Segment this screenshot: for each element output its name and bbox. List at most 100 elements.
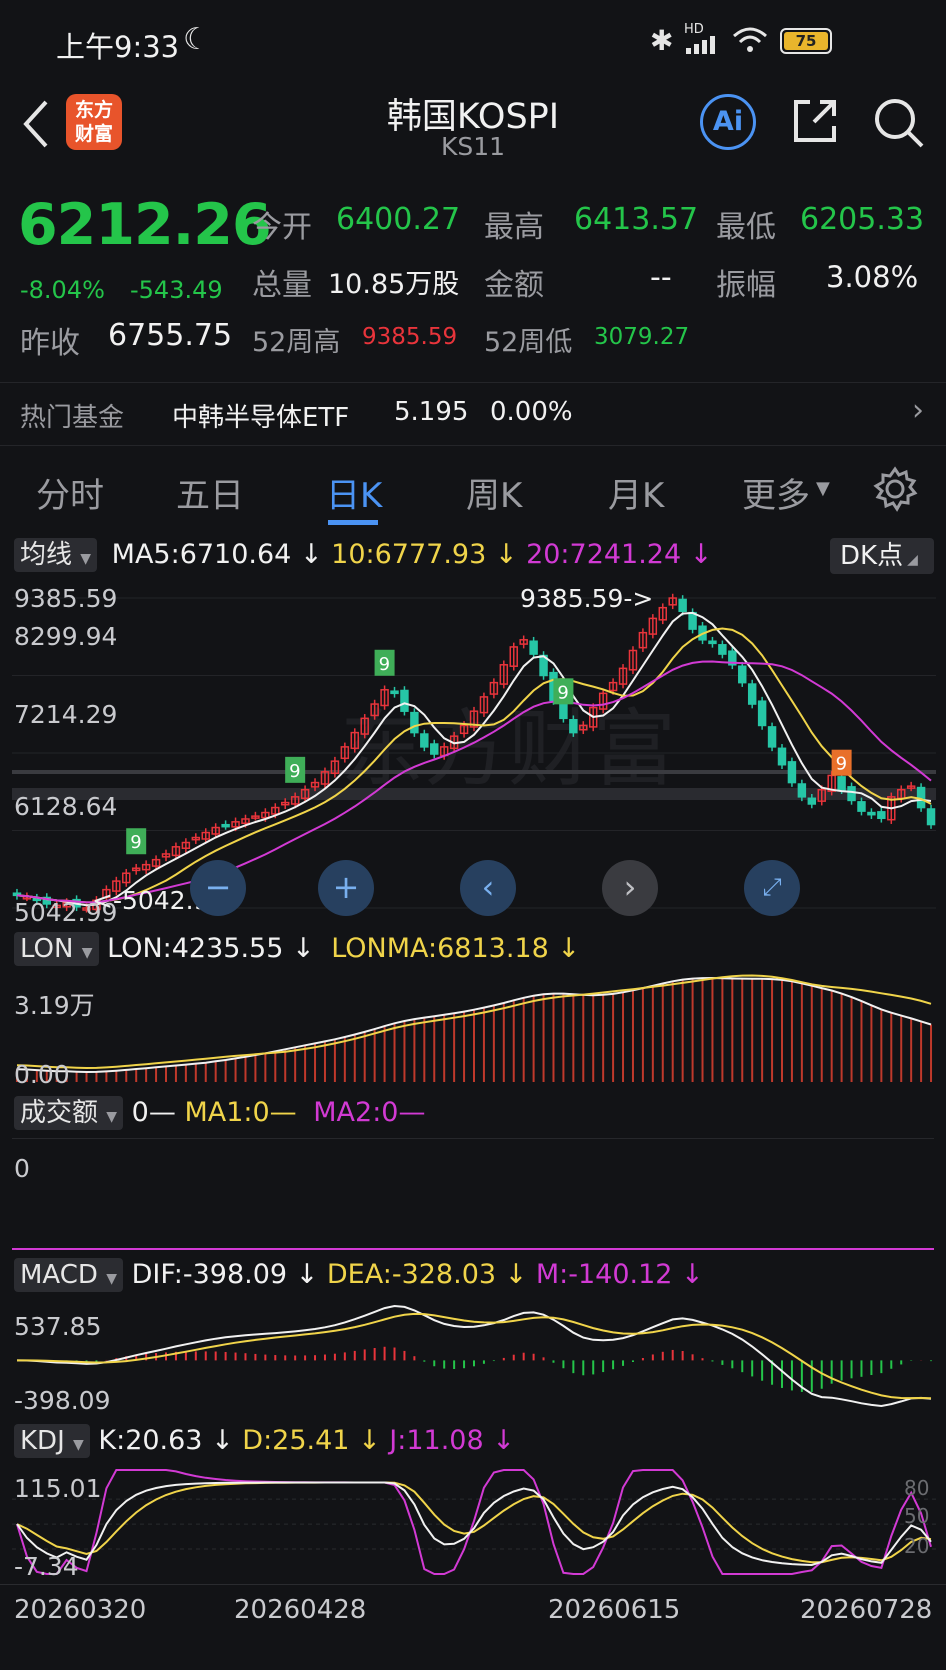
y-label-0: 9385.59 (14, 584, 118, 613)
hot-fund-name[interactable]: 中韩半导体ETF (172, 397, 349, 434)
amount-ma-line (12, 1248, 934, 1250)
kdj-k: K:20.63 (98, 1425, 203, 1456)
dk-point-button[interactable]: DK点 ◢ (830, 538, 934, 574)
settings-gear-icon[interactable] (872, 466, 918, 512)
ma10-value: 10:6777.93 (331, 539, 487, 570)
candle-body (569, 719, 578, 734)
candle-body (400, 689, 409, 712)
k-separator-band (12, 770, 936, 774)
amount-dropdown[interactable]: 成交额 ▼ (14, 1096, 124, 1130)
ma10-down-arrow-icon: ↓ (486, 539, 527, 570)
low-label: 最低 (716, 210, 776, 245)
ma-dropdown-label: 均线 (20, 540, 73, 570)
macd-chart[interactable] (0, 1296, 946, 1418)
candle-body (678, 598, 687, 612)
macd-dropdown[interactable]: MACD ▼ (14, 1258, 123, 1292)
candle-body (559, 701, 568, 720)
m-down-arrow-icon: ↓ (672, 1259, 704, 1290)
macd-m: M:-140.12 (535, 1259, 673, 1290)
amount-grid-line (12, 1138, 934, 1139)
search-icon[interactable] (872, 96, 926, 150)
dropdown-caret-icon: ▼ (81, 945, 93, 961)
lon-chart[interactable] (0, 970, 946, 1088)
lonma-value: LONMA:6813.18 (331, 933, 549, 964)
ma-header: 均线 ▼ MA5:6710.64 ↓ 10:6777.93 ↓ 20:7241.… (14, 538, 712, 574)
amount-zero: 0— (131, 1097, 176, 1128)
macd-dropdown-label: MACD (20, 1260, 98, 1290)
kdj-chart[interactable] (0, 1462, 946, 1580)
candle-body (857, 801, 866, 812)
scroll-left-button[interactable]: ‹ (460, 860, 516, 916)
kdj-header: KDJ ▼ K:20.63 ↓ D:25.41 ↓ J:11.08 ↓ (14, 1424, 515, 1460)
macd-dea: DEA:-328.03 (326, 1259, 497, 1290)
j-down-arrow-icon: ↓ (483, 1425, 515, 1456)
amount-y-label: 0 (14, 1154, 30, 1183)
week52-high-value: 9385.59 (362, 324, 458, 350)
ma-dropdown[interactable]: 均线 ▼ (14, 538, 98, 572)
hot-fund-row[interactable]: 热门基金 中韩半导体ETF 5.195 0.00% › (0, 382, 946, 446)
hot-fund-label: 热门基金 (20, 403, 125, 433)
td-marker-label: 9 (557, 682, 568, 703)
tab-monthly-k[interactable]: 月K (608, 468, 664, 517)
bottom-safe-area (0, 1630, 946, 1670)
amount-dropdown-label: 成交额 (20, 1098, 99, 1128)
ai-button[interactable]: Ai (700, 94, 756, 150)
bluetooth-icon: ✱ (650, 24, 674, 57)
logo-text-bottom: 财富 (74, 123, 113, 145)
candle-body (777, 747, 787, 766)
stock-code: KS11 (440, 132, 506, 161)
kdj-ref-80: 80 (904, 1476, 930, 1500)
prev-close-label: 昨收 (20, 326, 80, 361)
kdj-ref-50: 50 (904, 1504, 930, 1528)
k-down-arrow-icon: ↓ (202, 1425, 243, 1456)
amount-header: 成交额 ▼ 0— MA1:0— MA2:0— (14, 1096, 425, 1132)
status-bar: 上午9:33 ☾ ✱ HD 75 (0, 0, 946, 86)
kdj-ref-20: 20 (904, 1534, 930, 1558)
tab-five-day[interactable]: 五日 (176, 468, 244, 517)
high-value: 6413.57 (574, 202, 699, 237)
scroll-right-button[interactable]: › (602, 860, 658, 916)
kdj-y-bottom: -7.34 (14, 1552, 79, 1581)
tab-daily-k[interactable]: 日K (326, 468, 382, 517)
watermark: 东方财富 (340, 700, 676, 798)
candle-body (221, 823, 230, 828)
app-logo: 东方 财富 (66, 94, 122, 150)
zoom-in-button[interactable]: + (318, 860, 374, 916)
fullscreen-button[interactable]: ⤢ (744, 860, 800, 916)
dea-down-arrow-icon: ↓ (496, 1259, 536, 1290)
lon-dropdown[interactable]: LON ▼ (14, 932, 99, 966)
y-label-3: 6128.64 (14, 792, 118, 821)
date-label-2: 20260615 (548, 1595, 681, 1625)
candle-body (757, 700, 767, 727)
back-arrow-icon[interactable] (18, 98, 52, 150)
candle-body (877, 811, 886, 820)
chevron-right-icon[interactable]: › (912, 393, 924, 428)
dropdown-caret-icon: ▼ (73, 1437, 84, 1453)
candle-body (867, 811, 876, 816)
amount-value: -- (650, 260, 672, 295)
logo-text-top: 东方 (74, 99, 113, 121)
td-marker-label: 9 (379, 654, 390, 675)
kdj-dropdown[interactable]: KDJ ▼ (14, 1424, 90, 1458)
y-label-1: 8299.94 (14, 622, 118, 651)
candle-body (807, 797, 817, 805)
week52-low-value: 3079.27 (594, 324, 690, 350)
week52-low-label: 52周低 (484, 327, 573, 358)
candle-body (747, 683, 757, 705)
nav-header: 东方 财富 韩国KOSPI KS11 Ai (0, 86, 946, 178)
share-icon[interactable] (790, 96, 840, 146)
candle-body (410, 711, 419, 734)
amount-ma2: MA2:0— (313, 1097, 426, 1128)
change-value: -543.49 (130, 276, 223, 304)
zoom-out-button[interactable]: − (190, 860, 246, 916)
tab-more[interactable]: 更多 (742, 468, 810, 517)
dropdown-caret-icon: ▼ (106, 1271, 117, 1287)
amount-label: 金额 (484, 268, 544, 303)
tab-weekly-k[interactable]: 周K (466, 468, 522, 517)
tab-intraday[interactable]: 分时 (36, 468, 104, 517)
period-tabs: 分时 五日 日K 周K 月K 更多 ▼ (0, 446, 946, 530)
more-caret-icon: ▼ (816, 478, 830, 499)
dif-down-arrow-icon: ↓ (287, 1259, 327, 1290)
k-separator-band (12, 788, 936, 800)
macd-y-top: 537.85 (14, 1312, 102, 1341)
